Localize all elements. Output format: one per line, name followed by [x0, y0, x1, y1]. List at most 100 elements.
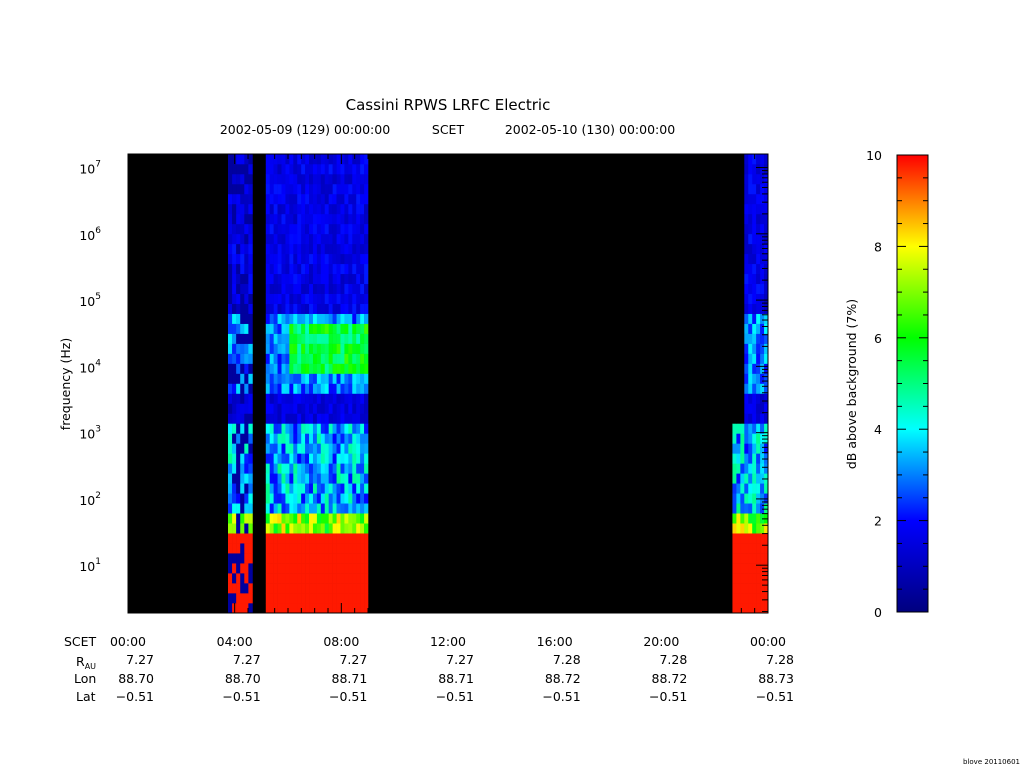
spectrogram-cell: [360, 363, 365, 374]
spectrogram-cell: [281, 383, 286, 394]
spectrogram-cell: [293, 573, 298, 584]
spectrogram-cell: [352, 253, 357, 265]
spectrogram-cell: [760, 593, 765, 604]
spectrogram-cell: [316, 313, 322, 324]
spectrogram-cell: [244, 333, 249, 344]
spectrogram-cell: [265, 233, 271, 245]
spectrogram-cell: [301, 323, 306, 334]
spectrogram-cell: [228, 543, 233, 554]
spectrogram-cell: [348, 603, 353, 614]
spectrogram-cell: [301, 193, 306, 205]
spectrogram-cell: [240, 433, 245, 444]
spectrogram-cell: [305, 513, 310, 524]
spectrogram-cell: [356, 443, 361, 454]
spectrogram-cell: [364, 533, 369, 544]
spectrogram-cell: [340, 513, 345, 524]
spectrogram-cell: [740, 353, 745, 364]
spectrogram-cell: [332, 253, 337, 265]
spectrogram-cell: [248, 473, 253, 484]
spectrogram-cell: [752, 163, 757, 175]
spectrogram-cell: [356, 193, 361, 205]
spectrogram-cell: [281, 253, 286, 265]
spectrogram-cell: [756, 563, 761, 574]
spectrogram-cell: [244, 583, 249, 594]
spectrogram-cell: [760, 533, 765, 544]
spectrogram-cell: [240, 603, 245, 614]
spectrogram-cell: [352, 163, 357, 175]
spectrogram-cell: [364, 223, 369, 235]
spectrogram-cell: [360, 233, 365, 245]
spectrogram-cell: [336, 293, 341, 304]
spectrogram-cell: [228, 363, 233, 374]
spectrogram-cell: [348, 323, 353, 334]
spectrogram-cell: [240, 423, 245, 434]
spectrogram-cell: [228, 263, 233, 275]
spectrogram-cell: [736, 263, 741, 275]
spectrogram-cell: [348, 453, 353, 464]
spectrogram-cell: [324, 513, 329, 524]
spectrogram-cell: [360, 423, 365, 434]
spectrogram-cell: [281, 493, 286, 504]
spectrogram-cell: [309, 483, 314, 494]
spectrogram-cell: [244, 593, 249, 604]
spectrogram-cell: [236, 183, 241, 195]
spectrogram-cell: [732, 173, 737, 185]
spectrogram-cell: [297, 553, 302, 564]
spectrogram-cell: [316, 593, 322, 604]
spectrogram-cell: [756, 353, 761, 364]
ephem-r-value: 7.28: [659, 652, 687, 667]
spectrogram-cell: [240, 303, 245, 314]
spectrogram-cell: [312, 583, 318, 594]
spectrogram-cell: [240, 493, 245, 504]
spectrogram-cell: [312, 263, 318, 275]
spectrogram-cell: [273, 573, 278, 584]
spectrogram-cell: [740, 493, 745, 504]
spectrogram-cell: [297, 223, 302, 235]
spectrogram-cell: [748, 553, 753, 564]
spectrogram-cell: [324, 323, 329, 334]
spectrogram-cell: [356, 503, 361, 514]
spectrogram-cell: [336, 333, 341, 344]
spectrogram-cell: [732, 463, 737, 474]
spectrogram-cell: [293, 263, 298, 275]
spectrogram-cell: [748, 563, 753, 574]
spectrogram-cell: [328, 483, 333, 494]
spectrogram-cell: [269, 433, 274, 444]
spectrogram-cell: [760, 433, 765, 444]
spectrogram-cell: [348, 583, 353, 594]
spectrogram-cell: [352, 423, 357, 434]
spectrogram-cell: [748, 503, 753, 514]
x-tick-label: 20:00: [643, 634, 679, 649]
spectrogram-cell: [732, 253, 737, 265]
spectrogram-cell: [312, 183, 318, 195]
spectrogram-cell: [316, 503, 322, 514]
spectrogram-cell: [348, 533, 353, 544]
spectrogram-cell: [312, 463, 318, 474]
colorbar-label: dB above background (7%): [844, 299, 859, 469]
spectrogram-cell: [309, 563, 314, 574]
spectrogram-cell: [344, 553, 349, 564]
spectrogram-cell: [293, 203, 298, 215]
spectrogram-cell: [748, 583, 753, 594]
spectrogram-cell: [305, 243, 310, 255]
spectrogram-cell: [760, 523, 765, 534]
spectrogram-cell: [340, 353, 345, 364]
spectrogram-cell: [281, 203, 286, 215]
frame-label: SCET: [432, 122, 465, 137]
spectrogram-cell: [340, 383, 345, 394]
spectrogram-cell: [312, 493, 318, 504]
spectrogram-cell: [309, 403, 314, 414]
spectrogram-cell: [277, 243, 282, 255]
spectrogram-cell: [316, 193, 322, 205]
spectrogram-cell: [228, 223, 233, 235]
spectrogram-cell: [248, 233, 253, 245]
spectrogram-cell: [336, 553, 341, 564]
spectrogram-cell: [328, 473, 333, 484]
spectrogram-cell: [760, 573, 765, 584]
spectrogram-cell: [240, 213, 245, 225]
spectrogram-cell: [277, 453, 282, 464]
spectrogram-cell: [265, 433, 271, 444]
plot-area: [127, 153, 769, 614]
spectrogram-cell: [360, 333, 365, 344]
spectrogram-cell: [336, 453, 341, 464]
